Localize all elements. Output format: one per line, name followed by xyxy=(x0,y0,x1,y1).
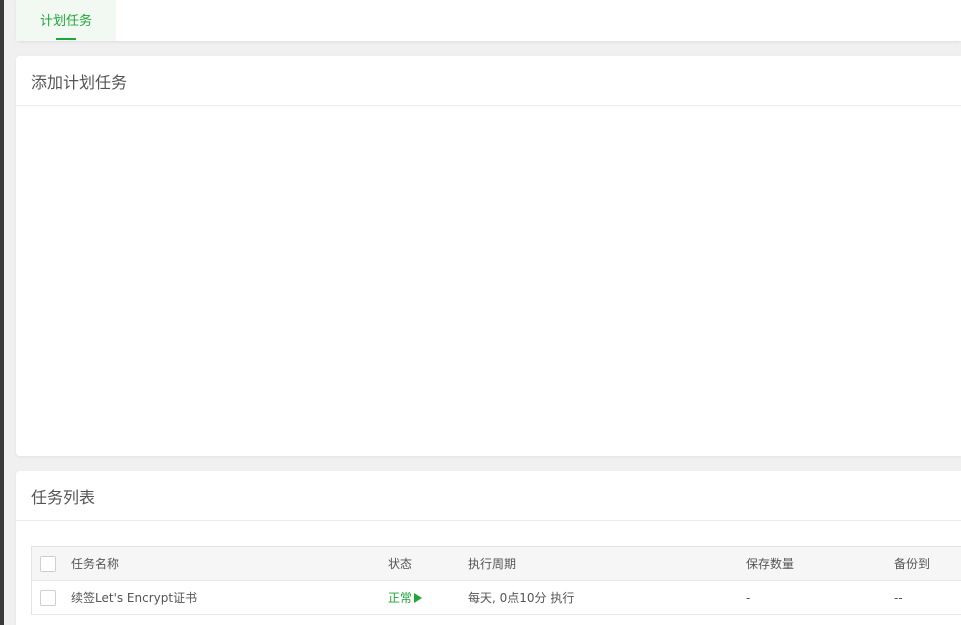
task-name: 续签Let's Encrypt证书 xyxy=(71,591,198,605)
column-header-backup-to: 备份到 xyxy=(894,557,931,571)
task-list-title: 任务列表 xyxy=(31,487,96,507)
column-header-status: 状态 xyxy=(388,557,413,571)
task-cycle: 每天, 0点10分 执行 xyxy=(468,591,575,605)
task-status-text: 正常 xyxy=(388,591,413,605)
task-status-toggle[interactable]: 正常 xyxy=(388,581,423,615)
tab-scheduled-tasks[interactable]: 计划任务 xyxy=(16,0,116,41)
column-header-cycle: 执行周期 xyxy=(468,557,517,571)
add-task-title: 添加计划任务 xyxy=(31,72,128,92)
add-task-panel: 添加计划任务 xyxy=(16,56,961,456)
task-backup-to: -- xyxy=(894,591,903,605)
tab-label: 计划任务 xyxy=(39,14,92,29)
tab-bar: 计划任务 xyxy=(16,0,961,41)
select-all-checkbox[interactable] xyxy=(40,556,56,572)
table-header-row: 任务名称 状态 执行周期 保存数量 备份到 xyxy=(32,547,961,581)
row-checkbox[interactable] xyxy=(40,590,56,606)
window-edge xyxy=(0,0,4,625)
task-list-header: 任务列表 xyxy=(16,471,961,521)
play-icon xyxy=(414,593,423,603)
tab-active-indicator xyxy=(56,38,76,40)
task-table: 任务名称 状态 执行周期 保存数量 备份到 续签Let's Encrypt证书 … xyxy=(31,546,961,615)
task-save-count: - xyxy=(746,591,751,605)
add-task-header: 添加计划任务 xyxy=(16,56,961,106)
column-header-save-count: 保存数量 xyxy=(746,557,795,571)
task-list-panel: 任务列表 任务名称 状态 执行周期 保存数量 备份到 续签Let's Encry… xyxy=(16,471,961,625)
table-row: 续签Let's Encrypt证书 正常 每天, 0点10分 执行 - -- xyxy=(32,581,961,615)
column-header-name: 任务名称 xyxy=(71,557,120,571)
